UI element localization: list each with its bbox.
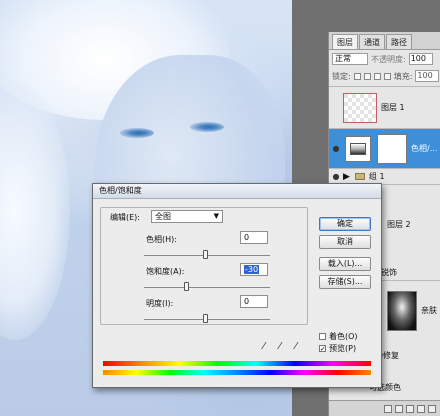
lightness-slider-thumb[interactable] [203,314,208,323]
preview-label: 预览(P) [329,344,357,353]
new-layer-icon[interactable] [417,404,425,413]
edit-label: 编辑(E): [110,213,140,222]
cancel-button[interactable]: 取消 [319,235,371,249]
lock-row: 锁定: 填充: 100 [332,70,440,82]
hue-input[interactable]: 0 [240,231,268,244]
tab-channels[interactable]: 通道 [359,34,385,49]
load-button[interactable]: 载入(L)... [319,257,371,271]
lock-transparent-icon[interactable] [353,72,361,80]
layer-row-1[interactable]: 图层 1 [329,86,440,128]
fur-hood-side [0,80,70,340]
hue-slider-thumb[interactable] [203,250,208,259]
edit-select[interactable]: 全图 ▼ [151,210,223,223]
lock-all-icon[interactable] [383,72,391,80]
dialog-title: 色相/饱和度 [93,184,381,199]
eyedropper-plus-icon[interactable]: ⁄ [279,341,291,353]
layer-row-hue-saturation[interactable]: ● 色相/... [329,128,440,168]
colorize-checkbox[interactable] [319,333,326,340]
layer-thumbnail [343,92,377,123]
hue-label: 色相(H): [146,235,177,244]
adjustment-thumbnail [345,135,371,162]
chevron-down-icon: ▼ [213,212,219,220]
ok-button[interactable]: 确定 [319,217,371,231]
output-color-bar [103,370,371,375]
lock-move-icon[interactable] [373,72,381,80]
colorize-row[interactable]: 着色(O) [319,331,358,342]
fill-label: 填充: [393,71,413,81]
layer-name: 色相/... [411,144,438,153]
layer-name: 图层 2 [387,220,411,229]
fill-input[interactable]: 100 [415,70,440,82]
link-icon[interactable] [384,404,392,413]
lock-brush-icon[interactable] [363,72,371,80]
lightness-label: 明度(I): [146,299,174,308]
layer-thumbnail [387,290,417,331]
mask-icon[interactable] [406,404,414,413]
saturation-slider-track[interactable] [144,287,270,288]
blend-mode-select[interactable]: 正常 [332,53,368,65]
layer-row-group[interactable]: ● ▶ 组 1 [329,168,440,184]
save-button[interactable]: 存储(S)... [319,275,371,289]
visibility-eye-icon[interactable]: ● [329,172,343,181]
trash-icon[interactable] [428,404,436,413]
expand-triangle-icon[interactable]: ▶ [343,172,350,182]
colorize-label: 着色(O) [329,332,358,341]
saturation-input[interactable]: -30 [240,263,268,276]
adjustment-group-box [100,207,308,325]
saturation-value-selected: -30 [244,265,260,274]
hue-saturation-dialog: 色相/饱和度 编辑(E): 全图 ▼ 色相(H): 0 饱和度(A): -30 … [92,183,382,388]
right-eye [190,122,224,132]
folder-icon [354,173,365,180]
input-color-bar [103,361,371,366]
layers-panel-tabs: 图层 通道 路径 [329,32,440,50]
layer-name: 图层 1 [381,103,405,112]
fx-icon[interactable] [395,404,403,413]
tab-paths[interactable]: 路径 [386,34,412,49]
lightness-input[interactable]: 0 [240,295,268,308]
saturation-slider-thumb[interactable] [184,282,189,291]
layer-name: 组 1 [368,172,385,181]
left-eye [120,128,154,138]
adjustment-icon [350,142,366,155]
layer-name: 亲肤 [421,306,437,315]
partial-layer-label: 锐饰 [381,268,397,277]
preview-row[interactable]: ✓ 预览(P) [319,343,356,354]
eyedropper-minus-icon[interactable]: ⁄ [295,341,307,353]
visibility-eye-icon[interactable]: ● [329,144,343,153]
opacity-input[interactable]: 100 [408,53,433,65]
layer-mask-thumbnail[interactable] [377,133,407,164]
blend-row: 正常 不透明度: 100 [332,52,440,66]
opacity-label: 不透明度: [371,54,406,64]
layers-panel-footer [329,400,440,416]
eyedropper-icon[interactable]: ⁄ [263,341,275,353]
saturation-label: 饱和度(A): [146,267,185,276]
lock-label: 锁定: [332,71,351,81]
edit-select-value: 全图 [155,212,171,221]
tab-layers[interactable]: 图层 [332,34,358,49]
preview-checkbox[interactable]: ✓ [319,345,326,353]
